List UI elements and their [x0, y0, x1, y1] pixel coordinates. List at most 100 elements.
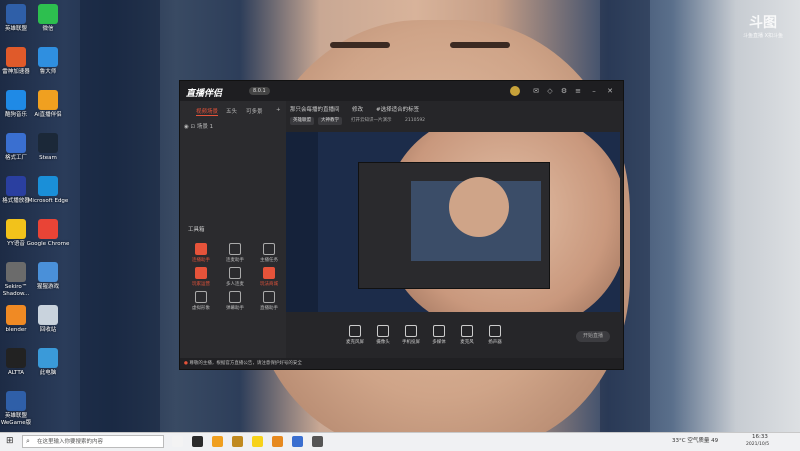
control-icon: [489, 325, 501, 337]
control-button[interactable]: 手机投屏: [398, 325, 424, 345]
control-button[interactable]: 麦克风: [454, 325, 480, 345]
close-icon[interactable]: ✕: [606, 87, 614, 95]
control-icon: [461, 325, 473, 337]
tool-button[interactable]: 主播任务: [256, 243, 282, 263]
nested-face: [449, 177, 509, 237]
app-icon: [38, 133, 58, 153]
edit-link[interactable]: 修改: [352, 105, 363, 113]
app-icon: [38, 47, 58, 67]
minimize-icon[interactable]: –: [590, 87, 598, 95]
stream-preview[interactable]: [286, 132, 620, 312]
room-id: 2110592: [405, 118, 426, 123]
avatar[interactable]: [510, 86, 520, 96]
notice-link[interactable]: 打开云知识一片演示: [348, 117, 395, 125]
tool-icon: [263, 291, 275, 303]
control-label: 扬声器: [488, 340, 502, 345]
tool-label: 虚拟形象: [192, 306, 210, 311]
version-badge: 8.0.1: [249, 87, 270, 95]
weather-status[interactable]: 33°C 空气质量 49: [672, 436, 718, 444]
desktop-icon[interactable]: 猩猩游戏: [26, 262, 70, 291]
taskbar-app-icon[interactable]: [252, 436, 263, 447]
tool-label: 连播助手: [192, 258, 210, 263]
control-label: 麦克风屏: [346, 340, 364, 345]
control-button[interactable]: 多媒体: [426, 325, 452, 345]
tool-button[interactable]: 玩法商城: [256, 267, 282, 287]
taskbar-search-input[interactable]: 在这里输入你要搜索的内容: [22, 435, 164, 448]
desktop-icon[interactable]: Ai直播伴侣: [26, 90, 70, 119]
desktop-icon[interactable]: 英雄联盟 WeGame版: [0, 391, 38, 427]
taskbar-app-icon[interactable]: [312, 436, 323, 447]
app-icon: [38, 90, 58, 110]
tool-button[interactable]: 连麦助手: [222, 243, 248, 263]
eye-icon[interactable]: ◉ ⊡: [184, 124, 197, 130]
taskbar-app-icon[interactable]: [192, 436, 203, 447]
app-icon: [6, 47, 26, 67]
app-icon: [6, 133, 26, 153]
control-button[interactable]: 麦克风屏: [342, 325, 368, 345]
desktop-icon[interactable]: Google Chrome: [26, 219, 70, 248]
tool-button[interactable]: 多人连麦: [222, 267, 248, 287]
start-live-button[interactable]: 开始直播: [576, 331, 610, 342]
desktop-icon[interactable]: Microsoft Edge: [26, 176, 70, 205]
add-scene-icon[interactable]: +: [276, 107, 281, 113]
clock-date[interactable]: 2021/10/5: [746, 442, 769, 447]
scene-row[interactable]: ◉ ⊡ 场景 1: [184, 122, 213, 130]
settings-icon[interactable]: ⚙: [560, 87, 568, 95]
menu-icon[interactable]: ≡: [574, 87, 582, 95]
windows-start-icon[interactable]: ⊞: [6, 436, 14, 446]
desktop-icon[interactable]: Steam: [26, 133, 70, 162]
control-button[interactable]: 摄像头: [370, 325, 396, 345]
app-icon: [6, 90, 26, 110]
tool-icon: [263, 243, 275, 255]
eyebrow: [450, 42, 510, 48]
scene-panel: [180, 101, 286, 369]
taskbar: ⊞ 在这里输入你要搜索的内容 ⌕ 33°C 空气质量 49 16:33 2021…: [0, 432, 800, 451]
tag-selector[interactable]: #选择适合的标签: [376, 105, 419, 113]
desktop-icon-label: 回收站: [39, 327, 57, 333]
category-pill[interactable]: 英雄联盟: [290, 117, 314, 125]
taskbar-app-icon[interactable]: [272, 436, 283, 447]
tab-third[interactable]: 可多景: [246, 107, 263, 115]
control-label: 麦克风: [460, 340, 474, 345]
tool-icon: [195, 243, 207, 255]
taskbar-app-icon[interactable]: [172, 436, 183, 447]
tool-button[interactable]: 玩家运营: [188, 267, 214, 287]
title-bar[interactable]: 直播伴侣 8.0.1 ✉ ◇ ⚙ ≡ – ✕: [180, 81, 623, 101]
app-icon: [38, 219, 58, 239]
gift-icon[interactable]: ◇: [546, 87, 554, 95]
desktop-icon-label: Google Chrome: [26, 241, 70, 247]
app-icon: [6, 305, 26, 325]
control-label: 摄像头: [376, 340, 390, 345]
tool-icon: [263, 267, 275, 279]
taskbar-app-icon[interactable]: [292, 436, 303, 447]
desktop-icon[interactable]: 回收站: [26, 305, 70, 334]
room-title[interactable]: 那只会每播的直播间: [290, 105, 340, 113]
tool-button[interactable]: 弹幕助手: [222, 291, 248, 311]
notice-text: 尊敬的主播，根据官方直播公告，请注意保护好号的安全: [189, 361, 302, 366]
taskbar-app-icon[interactable]: [212, 436, 223, 447]
control-button[interactable]: 扬声器: [482, 325, 508, 345]
taskbar-app-icon[interactable]: [232, 436, 243, 447]
tool-button[interactable]: 连播助手: [188, 243, 214, 263]
clock-time[interactable]: 16:33: [752, 434, 768, 440]
live-companion-window[interactable]: 直播伴侣 8.0.1 ✉ ◇ ⚙ ≡ – ✕ 视频场景 五头 可多景 + ◉ ⊡…: [179, 80, 624, 370]
message-icon[interactable]: ✉: [532, 87, 540, 95]
tab-video-scene[interactable]: 视频场景: [196, 107, 219, 116]
control-icon: [405, 325, 417, 337]
desktop-icon-label: Steam: [39, 155, 57, 161]
tab-second[interactable]: 五头: [226, 107, 237, 115]
tool-label: 多人连麦: [226, 282, 244, 287]
tool-icon: [195, 291, 207, 303]
desktop-icon[interactable]: 微信: [26, 4, 70, 33]
app-logo: 直播伴侣: [186, 89, 223, 99]
tool-button[interactable]: 直播助手: [256, 291, 282, 311]
desktop-icon[interactable]: 鲁大师: [26, 47, 70, 76]
tool-label: 主播任务: [260, 258, 278, 263]
desktop-icon-label: Ai直播伴侣: [34, 112, 62, 118]
tool-button[interactable]: 虚拟形象: [188, 291, 214, 311]
subcategory-pill[interactable]: 大神教学: [318, 117, 342, 125]
desktop-icon[interactable]: 此电脑: [26, 348, 70, 377]
tool-icon: [229, 243, 241, 255]
douyu-watermark: 斗图 斗鱼直播 X扣斗鱼: [742, 15, 783, 39]
scene-label: 场景 1: [196, 124, 214, 130]
